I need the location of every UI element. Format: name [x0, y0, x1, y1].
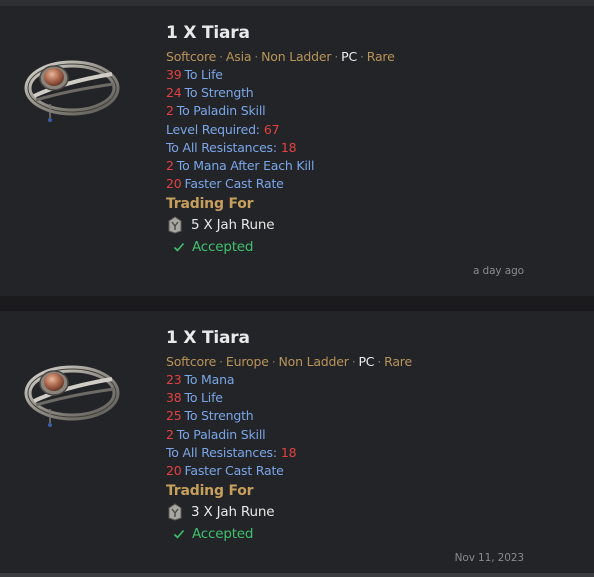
stat-label: Faster Cast Rate	[184, 176, 284, 192]
stat-line: Level Required: 67	[166, 121, 566, 139]
meta-region: Europe	[225, 354, 269, 369]
status-accepted: Accepted	[173, 523, 566, 545]
stat-line: To All Resistances: 18	[166, 139, 566, 157]
listing-title[interactable]: 1 X Tiara	[166, 22, 566, 44]
offer-item[interactable]: 5 X Jah Rune	[166, 214, 566, 236]
trade-listings-page: 1 X Tiara Softcore · Asia · Non Ladder · PC · Ra…	[0, 0, 594, 577]
meta-separator: ·	[254, 49, 259, 64]
stat-line: 20 Faster Cast Rate	[166, 462, 566, 480]
listing-timestamp: Nov 11, 2023	[454, 552, 524, 564]
rune-icon	[168, 216, 182, 234]
stat-label: To Strength	[184, 85, 254, 101]
stat-label: Level Required:	[166, 121, 260, 137]
offer-text: 3 X Jah Rune	[191, 504, 275, 521]
meta-mode: Softcore	[166, 49, 217, 64]
listing-meta: Softcore · Asia · Non Ladder · PC · Rare	[166, 48, 566, 66]
trading-for-heading: Trading For	[166, 483, 254, 500]
stat-label: To Mana	[184, 372, 235, 387]
stat-value: 25	[166, 408, 182, 424]
stat-line: 39 To Life	[166, 66, 566, 84]
stat-label: To Life	[184, 67, 223, 82]
stat-value: 2	[166, 158, 174, 174]
stat-line: 2 To Paladin Skill	[166, 426, 566, 444]
meta-separator: ·	[377, 354, 382, 369]
meta-platform: PC	[341, 49, 357, 64]
stat-line: To All Resistances: 18	[166, 444, 566, 462]
stat-value: 18	[280, 139, 297, 155]
listing-content: 1 X Tiara Softcore · Asia · Non Ladder · PC · Ra…	[166, 22, 566, 258]
stat-value: 24	[166, 85, 182, 101]
offer-text: 5 X Jah Rune	[191, 217, 275, 234]
stat-value: 67	[263, 121, 280, 137]
stat-label: To Paladin Skill	[176, 103, 266, 119]
meta-ladder: Non Ladder	[278, 354, 349, 369]
tiara-item-icon	[24, 60, 120, 122]
stat-label: To Life	[184, 390, 223, 406]
meta-region: Asia	[225, 49, 252, 64]
listing-meta: Softcore · Europe · Non Ladder · PC · Rare	[166, 353, 566, 371]
listing-content: 1 X Tiara Softcore · Europe · Non Ladder · PC ·…	[166, 327, 566, 545]
stat-line: 38 To Life	[166, 389, 566, 407]
bottom-divider	[0, 573, 594, 577]
meta-rarity: Rare	[384, 354, 412, 369]
meta-separator: ·	[271, 354, 276, 369]
stat-value: 23	[166, 372, 182, 387]
stat-line: 24 To Strength	[166, 84, 566, 102]
stat-line: 20 Faster Cast Rate	[166, 175, 566, 193]
rune-icon	[168, 503, 182, 521]
stat-value: 39	[166, 67, 182, 82]
listing-card[interactable]: 1 X Tiara Softcore · Europe · Non Ladder · PC ·…	[0, 311, 594, 573]
stat-label: To All Resistances:	[166, 139, 277, 155]
listing-separator	[0, 296, 594, 311]
stat-line: 23 To Mana	[166, 371, 566, 389]
meta-ladder: Non Ladder	[261, 49, 332, 64]
stat-value: 2	[166, 426, 174, 442]
stat-value: 38	[166, 390, 182, 406]
status-accepted: Accepted	[173, 236, 566, 258]
stat-label: To Paladin Skill	[176, 426, 266, 442]
meta-platform: PC	[358, 354, 375, 369]
listing-title[interactable]: 1 X Tiara	[166, 327, 566, 349]
check-icon	[173, 243, 185, 253]
meta-separator: ·	[219, 49, 223, 64]
listing-timestamp: a day ago	[472, 265, 524, 277]
stat-label: To Mana After Each Kill	[176, 158, 315, 174]
tiara-item-icon	[24, 365, 120, 427]
trading-for-heading: Trading For	[166, 196, 254, 213]
stat-value: 20	[166, 463, 182, 479]
stat-value: 2	[166, 103, 174, 119]
meta-separator: ·	[334, 49, 339, 64]
meta-separator: ·	[359, 49, 364, 64]
status-text: Accepted	[192, 239, 254, 256]
stat-label: Faster Cast Rate	[184, 463, 284, 479]
meta-separator: ·	[219, 354, 223, 369]
stat-value: 20	[166, 176, 182, 192]
stat-line: 2 To Mana After Each Kill	[166, 157, 566, 175]
meta-rarity: Rare	[366, 49, 395, 64]
stat-label: To Strength	[184, 408, 254, 424]
check-icon	[173, 530, 185, 539]
stat-label: To All Resistances:	[166, 444, 277, 460]
stat-value: 18	[280, 444, 297, 460]
meta-separator: ·	[351, 354, 356, 369]
offer-item[interactable]: 3 X Jah Rune	[166, 501, 566, 523]
status-text: Accepted	[192, 526, 254, 543]
stat-line: 25 To Strength	[166, 407, 566, 425]
meta-mode: Softcore	[166, 354, 217, 369]
stat-line: 2 To Paladin Skill	[166, 102, 566, 120]
listing-card[interactable]: 1 X Tiara Softcore · Asia · Non Ladder · PC · Ra…	[0, 6, 594, 296]
